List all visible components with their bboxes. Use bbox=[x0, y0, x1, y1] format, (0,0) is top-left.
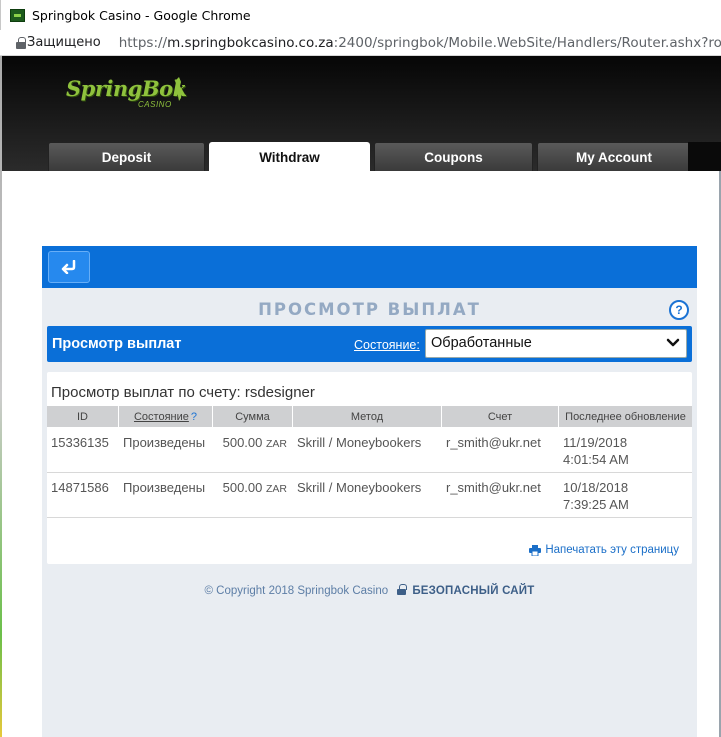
cell-amount: 500.00 ZAR bbox=[222, 480, 287, 495]
card-title: Просмотр выплат по счету: rsdesigner bbox=[51, 384, 315, 401]
panel-toolbar bbox=[42, 246, 697, 288]
help-button[interactable]: ? bbox=[669, 300, 689, 320]
filter-bar: Просмотр выплат Состояние: Обработанные bbox=[47, 326, 692, 362]
url-text[interactable]: https://m.springbokcasino.co.za:2400/spr… bbox=[119, 35, 721, 51]
help-icon: ? bbox=[675, 303, 683, 317]
cell-state: Произведены bbox=[123, 435, 206, 450]
state-label[interactable]: Состояние: bbox=[354, 338, 420, 352]
tab-deposit[interactable]: Deposit bbox=[48, 142, 205, 171]
filter-title: Просмотр выплат bbox=[52, 336, 182, 352]
back-button[interactable] bbox=[48, 251, 90, 283]
table-row: 14871586 Произведены 500.00 ZAR Skrill /… bbox=[47, 473, 692, 518]
copyright-text: © Copyright 2018 Springbok Casino bbox=[204, 585, 389, 597]
col-state[interactable]: Состояние? bbox=[119, 406, 213, 427]
state-select-value: Обработанные bbox=[431, 335, 532, 351]
cell-last-update: 11/19/2018 4:01:54 AM bbox=[563, 435, 629, 467]
col-id[interactable]: ID bbox=[47, 406, 119, 427]
cell-account: r_smith@ukr.net bbox=[446, 480, 541, 495]
footer: © Copyright 2018 Springbok Casino БЕЗОПА… bbox=[42, 584, 697, 597]
cell-amount: 500.00 ZAR bbox=[222, 435, 287, 450]
nav-tabs: Deposit Withdraw Coupons My Account bbox=[48, 142, 691, 171]
header-tail bbox=[688, 142, 721, 171]
cell-method: Skrill / Moneybookers bbox=[297, 435, 422, 450]
col-last-update[interactable]: Последнее обновление bbox=[559, 406, 692, 427]
secure-label[interactable]: Защищено bbox=[27, 35, 101, 50]
window-title: Springbok Casino - Google Chrome bbox=[32, 7, 251, 23]
cell-id: 15336135 bbox=[51, 435, 109, 450]
col-amount[interactable]: Сумма bbox=[213, 406, 293, 427]
cell-method: Skrill / Moneybookers bbox=[297, 480, 422, 495]
springbok-logo[interactable]: SpringBok CASINO bbox=[66, 76, 196, 116]
window-titlebar: Springbok Casino - Google Chrome bbox=[0, 0, 721, 30]
col-account[interactable]: Счет bbox=[442, 406, 559, 427]
print-page-label: Напечатать эту страницу bbox=[545, 544, 679, 556]
cell-account: r_smith@ukr.net bbox=[446, 435, 541, 450]
state-help-icon[interactable]: ? bbox=[191, 411, 197, 423]
cell-id: 14871586 bbox=[51, 480, 109, 495]
table-row: 15336135 Произведены 500.00 ZAR Skrill /… bbox=[47, 428, 692, 473]
antelope-icon bbox=[175, 77, 182, 101]
padlock-icon bbox=[397, 584, 407, 595]
col-method[interactable]: Метод bbox=[293, 406, 442, 427]
state-select[interactable]: Обработанные bbox=[425, 329, 687, 358]
logo-text: SpringBok bbox=[66, 76, 187, 101]
print-page-link[interactable]: Напечатать эту страницу bbox=[529, 544, 679, 556]
springbok-favicon-icon bbox=[10, 8, 25, 22]
chevron-down-icon bbox=[666, 338, 680, 347]
tab-my-account[interactable]: My Account bbox=[537, 142, 691, 171]
page-title: ПРОСМОТР ВЫПЛАТ bbox=[258, 300, 481, 319]
withdrawals-panel: ПРОСМОТР ВЫПЛАТ ? Просмотр выплат Состоя… bbox=[42, 246, 697, 737]
printer-icon bbox=[529, 544, 542, 556]
table-header: ID Состояние? Сумма Метод Счет Последнее… bbox=[47, 406, 692, 427]
site-header: SpringBok CASINO Deposit Withdraw Coupon… bbox=[2, 56, 721, 171]
secure-site-label[interactable]: БЕЗОПАСНЫЙ САЙТ bbox=[412, 585, 534, 597]
tab-withdraw[interactable]: Withdraw bbox=[209, 142, 370, 171]
withdrawals-card: Просмотр выплат по счету: rsdesigner ID … bbox=[47, 372, 692, 564]
logo-subtext: CASINO bbox=[138, 100, 172, 109]
cell-state: Произведены bbox=[123, 480, 206, 495]
tab-coupons[interactable]: Coupons bbox=[374, 142, 533, 171]
return-arrow-icon bbox=[61, 260, 76, 274]
address-bar[interactable]: Защищено https://m.springbokcasino.co.za… bbox=[0, 30, 721, 56]
cell-last-update: 10/18/2018 7:39:25 AM bbox=[563, 480, 629, 512]
